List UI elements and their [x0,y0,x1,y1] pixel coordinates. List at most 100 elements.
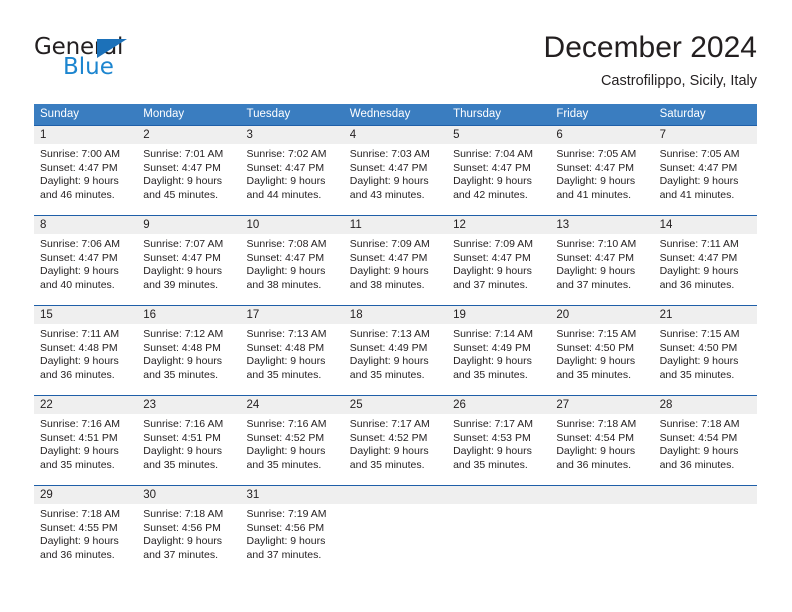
day-cell[interactable]: Sunrise: 7:02 AM Sunset: 4:47 PM Dayligh… [241,144,344,215]
day-cell[interactable]: Sunrise: 7:18 AM Sunset: 4:54 PM Dayligh… [654,414,757,485]
sunrise-text: Sunrise: 7:17 AM [349,418,430,430]
daylight-text-cont: and 36 minutes. [40,368,115,381]
day-number[interactable]: 22 [34,396,137,414]
day-detail-row: Sunrise: 7:00 AM Sunset: 4:47 PM Dayligh… [34,144,757,215]
day-cell[interactable]: Sunrise: 7:04 AM Sunset: 4:47 PM Dayligh… [447,144,550,215]
day-cell[interactable]: Sunrise: 7:08 AM Sunset: 4:47 PM Dayligh… [241,234,344,305]
day-cell[interactable]: Sunrise: 7:19 AM Sunset: 4:56 PM Dayligh… [241,504,344,575]
day-number[interactable]: 8 [34,216,137,234]
day-cell[interactable]: Sunrise: 7:00 AM Sunset: 4:47 PM Dayligh… [34,144,137,215]
sunrise-text: Sunrise: 7:11 AM [40,328,120,340]
day-cell[interactable]: Sunrise: 7:16 AM Sunset: 4:51 PM Dayligh… [34,414,137,485]
sunrise-text: Sunrise: 7:05 AM [659,148,740,160]
day-cell[interactable]: Sunrise: 7:18 AM Sunset: 4:55 PM Dayligh… [34,504,137,575]
day-cell[interactable]: Sunrise: 7:05 AM Sunset: 4:47 PM Dayligh… [550,144,653,215]
daylight-text: Daylight: 9 hours [246,535,326,548]
day-cell[interactable]: Sunrise: 7:07 AM Sunset: 4:47 PM Dayligh… [137,234,240,305]
daylight-text: Daylight: 9 hours [556,175,636,188]
day-number[interactable]: 30 [137,486,240,504]
daylight-text-cont: and 43 minutes. [349,188,425,201]
daylight-text: Daylight: 9 hours [453,355,532,368]
day-number[interactable]: 24 [241,396,344,414]
day-number[interactable]: 17 [241,306,344,324]
day-cell[interactable]: Sunrise: 7:09 AM Sunset: 4:47 PM Dayligh… [447,234,550,305]
day-number[interactable]: 21 [654,306,757,324]
daylight-text-cont: and 35 minutes. [659,368,735,381]
day-cell[interactable]: Sunrise: 7:13 AM Sunset: 4:49 PM Dayligh… [344,324,447,395]
day-number[interactable]: 10 [241,216,344,234]
day-number[interactable]: 2 [137,126,240,144]
daylight-text: Daylight: 9 hours [659,445,739,458]
day-number[interactable]: 6 [550,126,653,144]
day-number[interactable]: 29 [34,486,137,504]
day-number[interactable]: 18 [344,306,447,324]
sunrise-text: Sunrise: 7:16 AM [143,418,224,430]
day-cell[interactable]: Sunrise: 7:16 AM Sunset: 4:51 PM Dayligh… [137,414,240,485]
day-number[interactable]: 26 [447,396,550,414]
daylight-text-cont: and 37 minutes. [453,278,528,291]
sunset-text: Sunset: 4:47 PM [349,251,428,264]
day-number[interactable]: 25 [344,396,447,414]
day-number[interactable]: 9 [137,216,240,234]
daylight-text-cont: and 40 minutes. [40,278,115,291]
day-cell[interactable]: Sunrise: 7:01 AM Sunset: 4:47 PM Dayligh… [137,144,240,215]
day-number[interactable]: 5 [447,126,550,144]
day-number[interactable]: 23 [137,396,240,414]
day-number[interactable]: 16 [137,306,240,324]
day-cell[interactable]: Sunrise: 7:16 AM Sunset: 4:52 PM Dayligh… [241,414,344,485]
day-number[interactable]: 28 [654,396,757,414]
sunset-text: Sunset: 4:53 PM [453,431,531,444]
day-cell[interactable]: Sunrise: 7:09 AM Sunset: 4:47 PM Dayligh… [344,234,447,305]
day-number[interactable]: 31 [241,486,344,504]
sunset-text: Sunset: 4:47 PM [556,251,634,264]
day-cell[interactable]: Sunrise: 7:12 AM Sunset: 4:48 PM Dayligh… [137,324,240,395]
day-number-band: 8 9 10 11 12 13 14 [34,216,757,234]
sunset-text: Sunset: 4:48 PM [246,341,325,354]
day-cell[interactable]: Sunrise: 7:03 AM Sunset: 4:47 PM Dayligh… [344,144,447,215]
sunset-text: Sunset: 4:47 PM [659,161,738,174]
general-blue-logo[interactable]: General Blue [34,36,214,88]
day-cell[interactable]: Sunrise: 7:18 AM Sunset: 4:56 PM Dayligh… [137,504,240,575]
sunset-text: Sunset: 4:49 PM [349,341,428,354]
daylight-text: Daylight: 9 hours [143,535,223,548]
day-cell[interactable]: Sunrise: 7:11 AM Sunset: 4:47 PM Dayligh… [654,234,757,305]
day-number[interactable]: 7 [654,126,757,144]
day-number[interactable]: 1 [34,126,137,144]
daylight-text-cont: and 35 minutes. [556,368,632,381]
sunset-text: Sunset: 4:49 PM [453,341,531,354]
day-detail-row: Sunrise: 7:16 AM Sunset: 4:51 PM Dayligh… [34,414,757,485]
day-number[interactable]: 15 [34,306,137,324]
day-cell[interactable]: Sunrise: 7:13 AM Sunset: 4:48 PM Dayligh… [241,324,344,395]
day-number[interactable]: 11 [344,216,447,234]
sunrise-text: Sunrise: 7:09 AM [349,238,430,250]
weekday-header-monday: Monday [143,108,185,120]
day-number[interactable]: 14 [654,216,757,234]
daylight-text-cont: and 35 minutes. [453,458,528,471]
day-cell[interactable]: Sunrise: 7:15 AM Sunset: 4:50 PM Dayligh… [654,324,757,395]
day-number[interactable]: 13 [550,216,653,234]
day-cell[interactable]: Sunrise: 7:05 AM Sunset: 4:47 PM Dayligh… [654,144,757,215]
day-number-band: 1 2 3 4 5 6 7 [34,126,757,144]
sunrise-text: Sunrise: 7:06 AM [40,238,120,250]
calendar-page: General Blue December 2024 Castrofilippo… [0,0,792,612]
day-number[interactable]: 27 [550,396,653,414]
day-number[interactable]: 12 [447,216,550,234]
daylight-text: Daylight: 9 hours [659,355,739,368]
day-cell[interactable]: Sunrise: 7:17 AM Sunset: 4:52 PM Dayligh… [344,414,447,485]
day-number[interactable]: 4 [344,126,447,144]
day-cell[interactable]: Sunrise: 7:06 AM Sunset: 4:47 PM Dayligh… [34,234,137,305]
daylight-text-cont: and 36 minutes. [659,278,735,291]
day-cell[interactable]: Sunrise: 7:10 AM Sunset: 4:47 PM Dayligh… [550,234,653,305]
day-cell[interactable]: Sunrise: 7:14 AM Sunset: 4:49 PM Dayligh… [447,324,550,395]
day-number[interactable]: 20 [550,306,653,324]
daylight-text: Daylight: 9 hours [40,265,119,278]
day-cell[interactable]: Sunrise: 7:15 AM Sunset: 4:50 PM Dayligh… [550,324,653,395]
sunrise-text: Sunrise: 7:15 AM [659,328,740,340]
day-number[interactable]: 19 [447,306,550,324]
daylight-text: Daylight: 9 hours [246,265,326,278]
day-cell[interactable]: Sunrise: 7:18 AM Sunset: 4:54 PM Dayligh… [550,414,653,485]
page-title: December 2024 [543,31,757,64]
day-number[interactable]: 3 [241,126,344,144]
day-cell[interactable]: Sunrise: 7:17 AM Sunset: 4:53 PM Dayligh… [447,414,550,485]
day-cell[interactable]: Sunrise: 7:11 AM Sunset: 4:48 PM Dayligh… [34,324,137,395]
